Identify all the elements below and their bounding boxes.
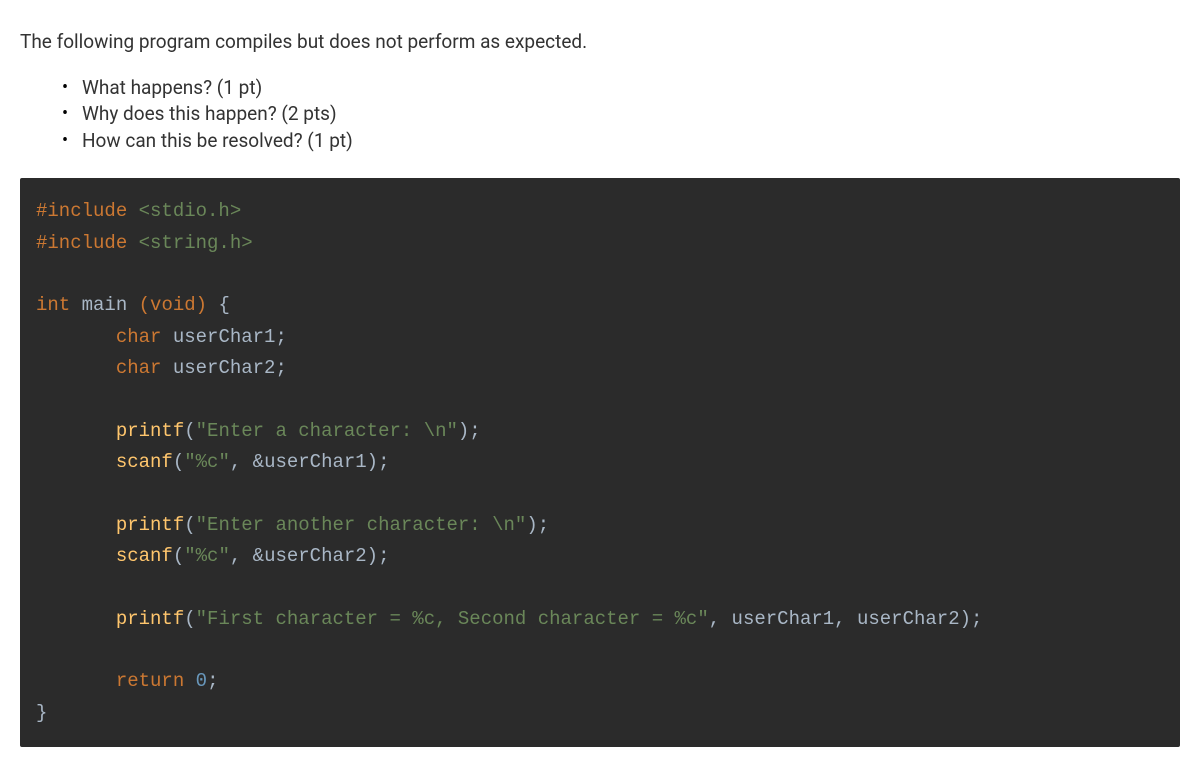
- code-string: "Enter a character: \n": [196, 420, 458, 442]
- code-string: "First character = %c, Second character …: [196, 608, 709, 630]
- code-text: (: [173, 451, 184, 473]
- question-item: Why does this happen? (2 pts): [62, 101, 1180, 128]
- intro-text: The following program compiles but does …: [20, 28, 1180, 57]
- code-text: , userChar1, userChar2);: [709, 608, 983, 630]
- code-func: printf: [116, 608, 184, 630]
- code-text: (: [173, 545, 184, 567]
- code-keyword: int: [36, 294, 70, 316]
- code-func: printf: [116, 514, 184, 536]
- code-text: }: [36, 702, 47, 724]
- code-header: <stdio.h>: [127, 200, 241, 222]
- code-string: "%c": [184, 451, 230, 473]
- code-text: main: [70, 294, 138, 316]
- code-text: , &userChar1);: [230, 451, 390, 473]
- code-number: 0: [196, 670, 207, 692]
- code-text: [184, 670, 195, 692]
- code-text: ;: [207, 670, 218, 692]
- code-type: char: [116, 357, 162, 379]
- code-text: {: [207, 294, 230, 316]
- question-list: What happens? (1 pt) Why does this happe…: [62, 75, 1180, 155]
- code-text: );: [458, 420, 481, 442]
- code-text: (: [184, 420, 195, 442]
- code-text: , &userChar2);: [230, 545, 390, 567]
- code-keyword: return: [116, 670, 184, 692]
- code-func: printf: [116, 420, 184, 442]
- code-text: userChar1;: [161, 326, 286, 348]
- question-item: How can this be resolved? (1 pt): [62, 128, 1180, 155]
- code-string: "%c": [184, 545, 230, 567]
- code-preproc: #include: [36, 200, 127, 222]
- code-block: #include <stdio.h> #include <string.h> i…: [20, 178, 1180, 747]
- code-func: scanf: [116, 451, 173, 473]
- code-keyword: (void): [139, 294, 207, 316]
- code-type: char: [116, 326, 162, 348]
- code-header: <string.h>: [127, 232, 252, 254]
- code-func: scanf: [116, 545, 173, 567]
- code-text: (: [184, 608, 195, 630]
- code-text: (: [184, 514, 195, 536]
- code-preproc: #include: [36, 232, 127, 254]
- code-text: userChar2;: [161, 357, 286, 379]
- code-text: );: [526, 514, 549, 536]
- code-string: "Enter another character: \n": [196, 514, 527, 536]
- question-item: What happens? (1 pt): [62, 75, 1180, 102]
